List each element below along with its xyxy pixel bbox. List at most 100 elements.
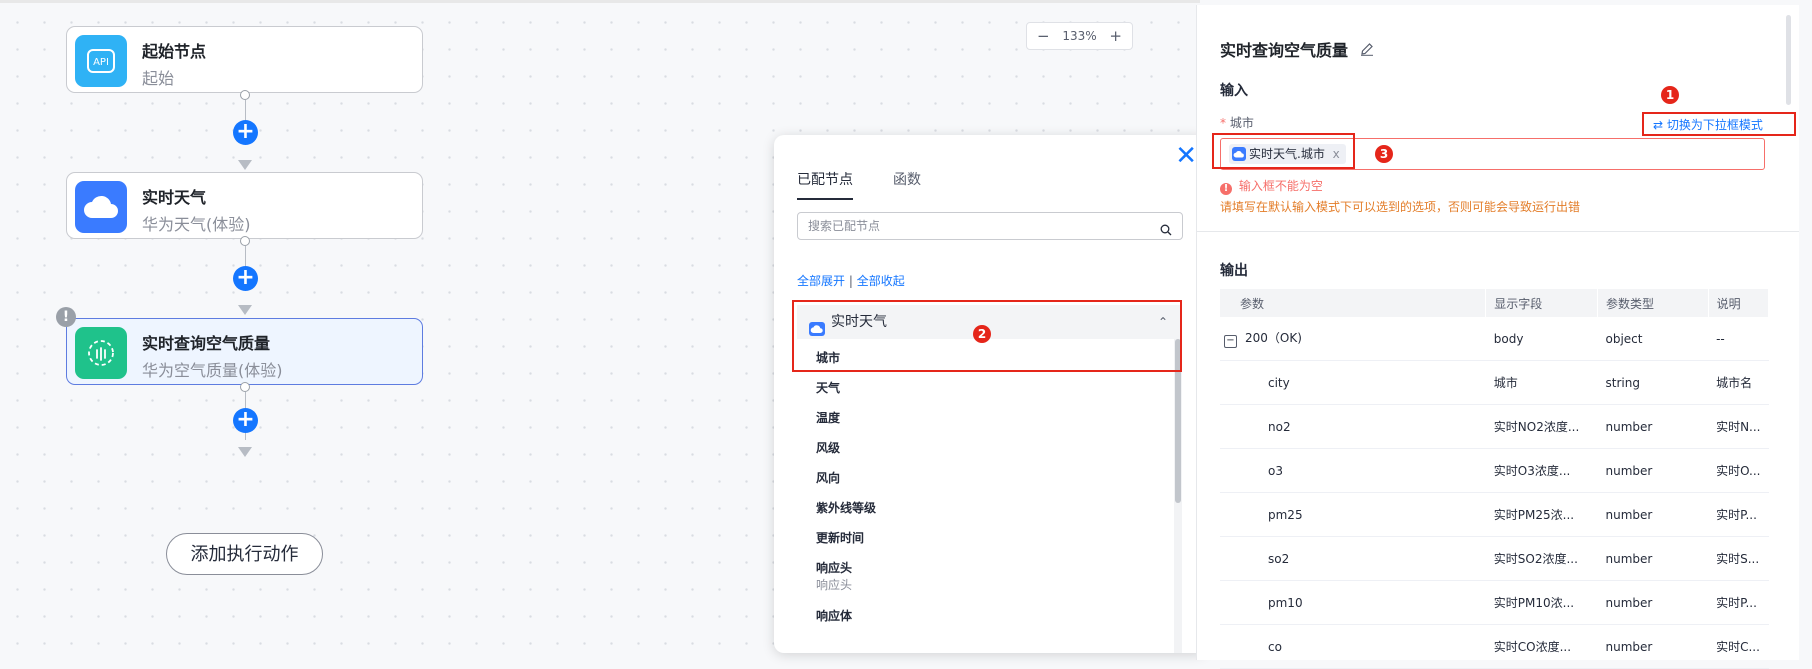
required-mark: *	[1220, 116, 1226, 130]
column-header: 参数	[1220, 289, 1487, 317]
add-node-button[interactable]: +	[233, 266, 258, 291]
zoom-out-button[interactable]: −	[1037, 27, 1050, 45]
error-message: ! 输入框不能为空	[1220, 177, 1323, 195]
connector-arrow	[238, 305, 252, 315]
output-table: 参数 显示字段 参数类型 说明 −200（OK) body object -- …	[1220, 289, 1770, 669]
display-cell: 实时O3浓度...	[1485, 448, 1598, 493]
svg-text:API: API	[93, 57, 109, 68]
zoom-in-button[interactable]: +	[1109, 27, 1122, 45]
desc-cell: 实时P...	[1708, 492, 1769, 537]
field-label: 响应头	[816, 561, 853, 575]
node-air-quality[interactable]: 实时查询空气质量 华为空气质量(体验)	[66, 318, 423, 385]
cloud-icon	[75, 181, 127, 233]
desc-cell: --	[1708, 317, 1769, 361]
tab-functions[interactable]: 函数	[893, 169, 921, 200]
expand-collapse-links: 全部展开 | 全部收起	[797, 272, 905, 289]
close-icon[interactable]: ✕	[1175, 143, 1197, 169]
table-row: city 城市 string 城市名	[1220, 360, 1769, 405]
field-list: 城市 天气 温度 风级 风向 紫外线等级 更新时间 响应头 响应头 响应体	[816, 351, 876, 639]
type-cell: number	[1597, 448, 1709, 493]
table-row: no2 实时NO2浓度... number 实时N...	[1220, 404, 1769, 449]
desc-cell: 实时N...	[1708, 404, 1769, 449]
table-row: o3 实时O3浓度... number 实时O...	[1220, 448, 1769, 493]
column-header: 说明	[1708, 289, 1770, 317]
field-item[interactable]: 响应体	[816, 609, 876, 639]
param-cell: pm10	[1220, 580, 1486, 625]
warning-icon: !	[56, 307, 76, 327]
param-name: 200（OK)	[1245, 331, 1302, 345]
display-cell: 实时NO2浓度...	[1485, 404, 1598, 449]
panel-title-text: 实时查询空气质量	[1220, 41, 1349, 60]
field-item[interactable]: 温度	[816, 411, 876, 441]
type-cell: object	[1597, 317, 1709, 361]
node-title: 起始节点	[142, 42, 207, 61]
expand-all-link[interactable]: 全部展开	[797, 274, 845, 288]
table-row: pm10 实时PM10浓... number 实时P...	[1220, 580, 1769, 625]
output-port[interactable]	[240, 382, 250, 392]
param-cell: no2	[1220, 404, 1486, 449]
collapse-icon[interactable]: −	[1224, 335, 1237, 348]
annotation-box-tag	[1212, 133, 1355, 169]
table-row: co 实时CO浓度... number 实时C...	[1220, 624, 1769, 669]
add-node-button[interactable]: +	[233, 408, 258, 433]
field-item[interactable]: 天气	[816, 381, 876, 411]
annotation-box-switch-mode	[1642, 112, 1796, 136]
add-action-button[interactable]: 添加执行动作	[166, 533, 323, 575]
panel-scrollbar[interactable]	[1786, 15, 1791, 105]
type-cell: string	[1597, 360, 1709, 405]
desc-cell: 实时C...	[1708, 624, 1769, 669]
collapse-all-link[interactable]: 全部收起	[857, 274, 905, 288]
desc-cell: 实时S...	[1708, 536, 1769, 581]
output-section-title: 输出	[1220, 263, 1248, 279]
city-label-text: 城市	[1229, 116, 1254, 130]
city-label: * 城市	[1220, 114, 1254, 131]
table-row: so2 实时SO2浓度... number 实时S...	[1220, 536, 1769, 581]
param-cell: city	[1220, 360, 1486, 405]
edit-icon[interactable]	[1360, 41, 1374, 60]
section-divider	[1197, 231, 1799, 232]
display-cell: 实时CO浓度...	[1485, 624, 1598, 669]
display-cell: body	[1485, 317, 1598, 361]
tab-configured-nodes[interactable]: 已配节点	[797, 169, 853, 200]
connector-arrow	[238, 160, 252, 170]
add-node-button[interactable]: +	[233, 120, 258, 145]
type-cell: number	[1597, 536, 1709, 581]
popup-tabs: 已配节点 函数	[797, 169, 921, 200]
field-item[interactable]: 更新时间	[816, 531, 876, 561]
desc-cell: 城市名	[1708, 360, 1769, 405]
panel-title: 实时查询空气质量	[1220, 37, 1374, 61]
field-item[interactable]: 风向	[816, 471, 876, 501]
table-row: −200（OK) body object --	[1220, 317, 1769, 361]
node-subtitle: 华为天气(体验)	[142, 215, 251, 234]
search-icon[interactable]	[1160, 219, 1172, 245]
param-cell: pm25	[1220, 492, 1486, 537]
type-cell: number	[1597, 580, 1709, 625]
search-input[interactable]: 搜索已配节点	[797, 212, 1183, 240]
node-weather[interactable]: 实时天气 华为天气(体验)	[66, 172, 423, 239]
output-port[interactable]	[240, 236, 250, 246]
node-subtitle: 华为空气质量(体验)	[142, 361, 283, 380]
output-port[interactable]	[240, 90, 250, 100]
desc-cell: 实时O...	[1708, 448, 1769, 493]
type-cell: number	[1597, 492, 1709, 537]
air-quality-icon	[75, 327, 127, 379]
display-cell: 城市	[1485, 360, 1598, 405]
annotation-badge: 2	[973, 325, 991, 343]
field-item[interactable]: 风级	[816, 441, 876, 471]
display-cell: 实时PM10浓...	[1485, 580, 1598, 625]
table-row: pm25 实时PM25浓... number 实时P...	[1220, 492, 1769, 537]
node-selector-popup: ✕ 已配节点 函数 搜索已配节点 全部展开 | 全部收起 实时天气 ⌃ 城市 天…	[774, 135, 1207, 653]
column-header: 显示字段	[1485, 289, 1598, 317]
input-section-title: 输入	[1220, 83, 1248, 99]
field-item[interactable]: 紫外线等级	[816, 501, 876, 531]
field-sublabel: 响应头	[816, 578, 853, 592]
search-placeholder: 搜索已配节点	[808, 219, 881, 233]
table-header-row: 参数 显示字段 参数类型 说明	[1220, 289, 1770, 317]
param-cell: −200（OK)	[1220, 317, 1486, 361]
display-cell: 实时SO2浓度...	[1485, 536, 1598, 581]
field-item[interactable]: 响应头 响应头	[816, 561, 876, 609]
type-cell: number	[1597, 624, 1709, 669]
node-start[interactable]: API 起始节点 起始	[66, 26, 423, 93]
properties-panel: 实时查询空气质量 输入 * 城市 ⇄ 切换为下拉框模式 实时天气.城市 x ! …	[1196, 5, 1799, 669]
type-cell: number	[1597, 404, 1709, 449]
